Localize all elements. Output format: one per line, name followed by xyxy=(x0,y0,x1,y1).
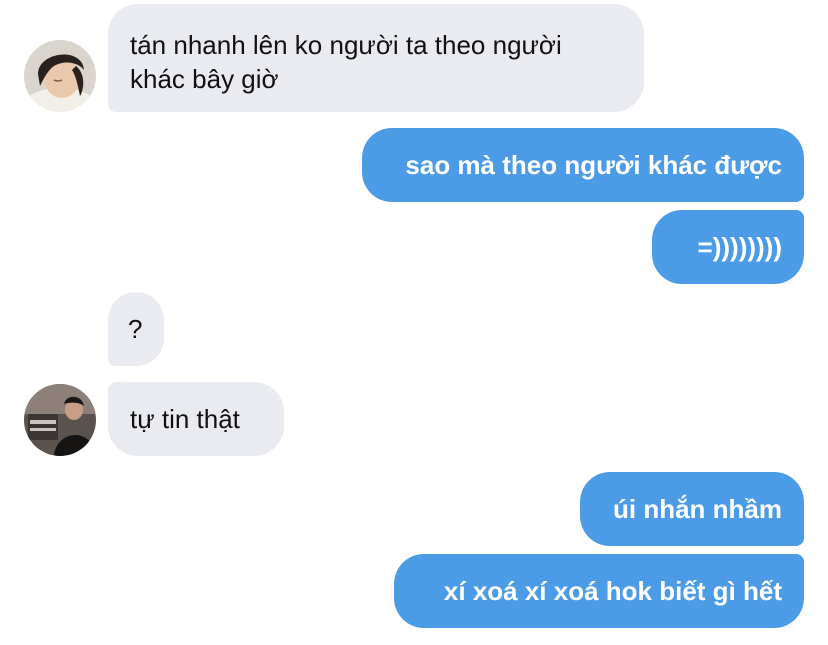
message-text: tán nhanh lên ko người ta theo người khá… xyxy=(130,30,562,94)
contact-avatar-1[interactable] xyxy=(24,40,96,112)
message-text: ? xyxy=(128,314,143,344)
message-bubble-outgoing[interactable]: sao mà theo người khác được xyxy=(362,128,804,202)
avatar-photo-icon xyxy=(24,40,96,112)
avatar-photo-icon xyxy=(24,384,96,456)
message-bubble-outgoing[interactable]: =)))))))) xyxy=(652,210,804,284)
message-text: tự tin thật xyxy=(130,404,240,434)
message-bubble-incoming[interactable]: tự tin thật xyxy=(108,382,284,456)
contact-avatar-2[interactable] xyxy=(24,384,96,456)
message-bubble-incoming[interactable]: ? xyxy=(108,292,164,366)
message-text: xí xoá xí xoá hok biết gì hết xyxy=(443,576,782,606)
message-bubble-incoming[interactable]: tán nhanh lên ko người ta theo người khá… xyxy=(108,4,644,112)
message-bubble-outgoing[interactable]: úi nhắn nhầm xyxy=(580,472,804,546)
message-text: =)))))))) xyxy=(697,232,782,262)
message-bubble-outgoing[interactable]: xí xoá xí xoá hok biết gì hết xyxy=(394,554,804,628)
message-text: úi nhắn nhầm xyxy=(613,494,782,524)
message-text: sao mà theo người khác được xyxy=(405,150,782,180)
